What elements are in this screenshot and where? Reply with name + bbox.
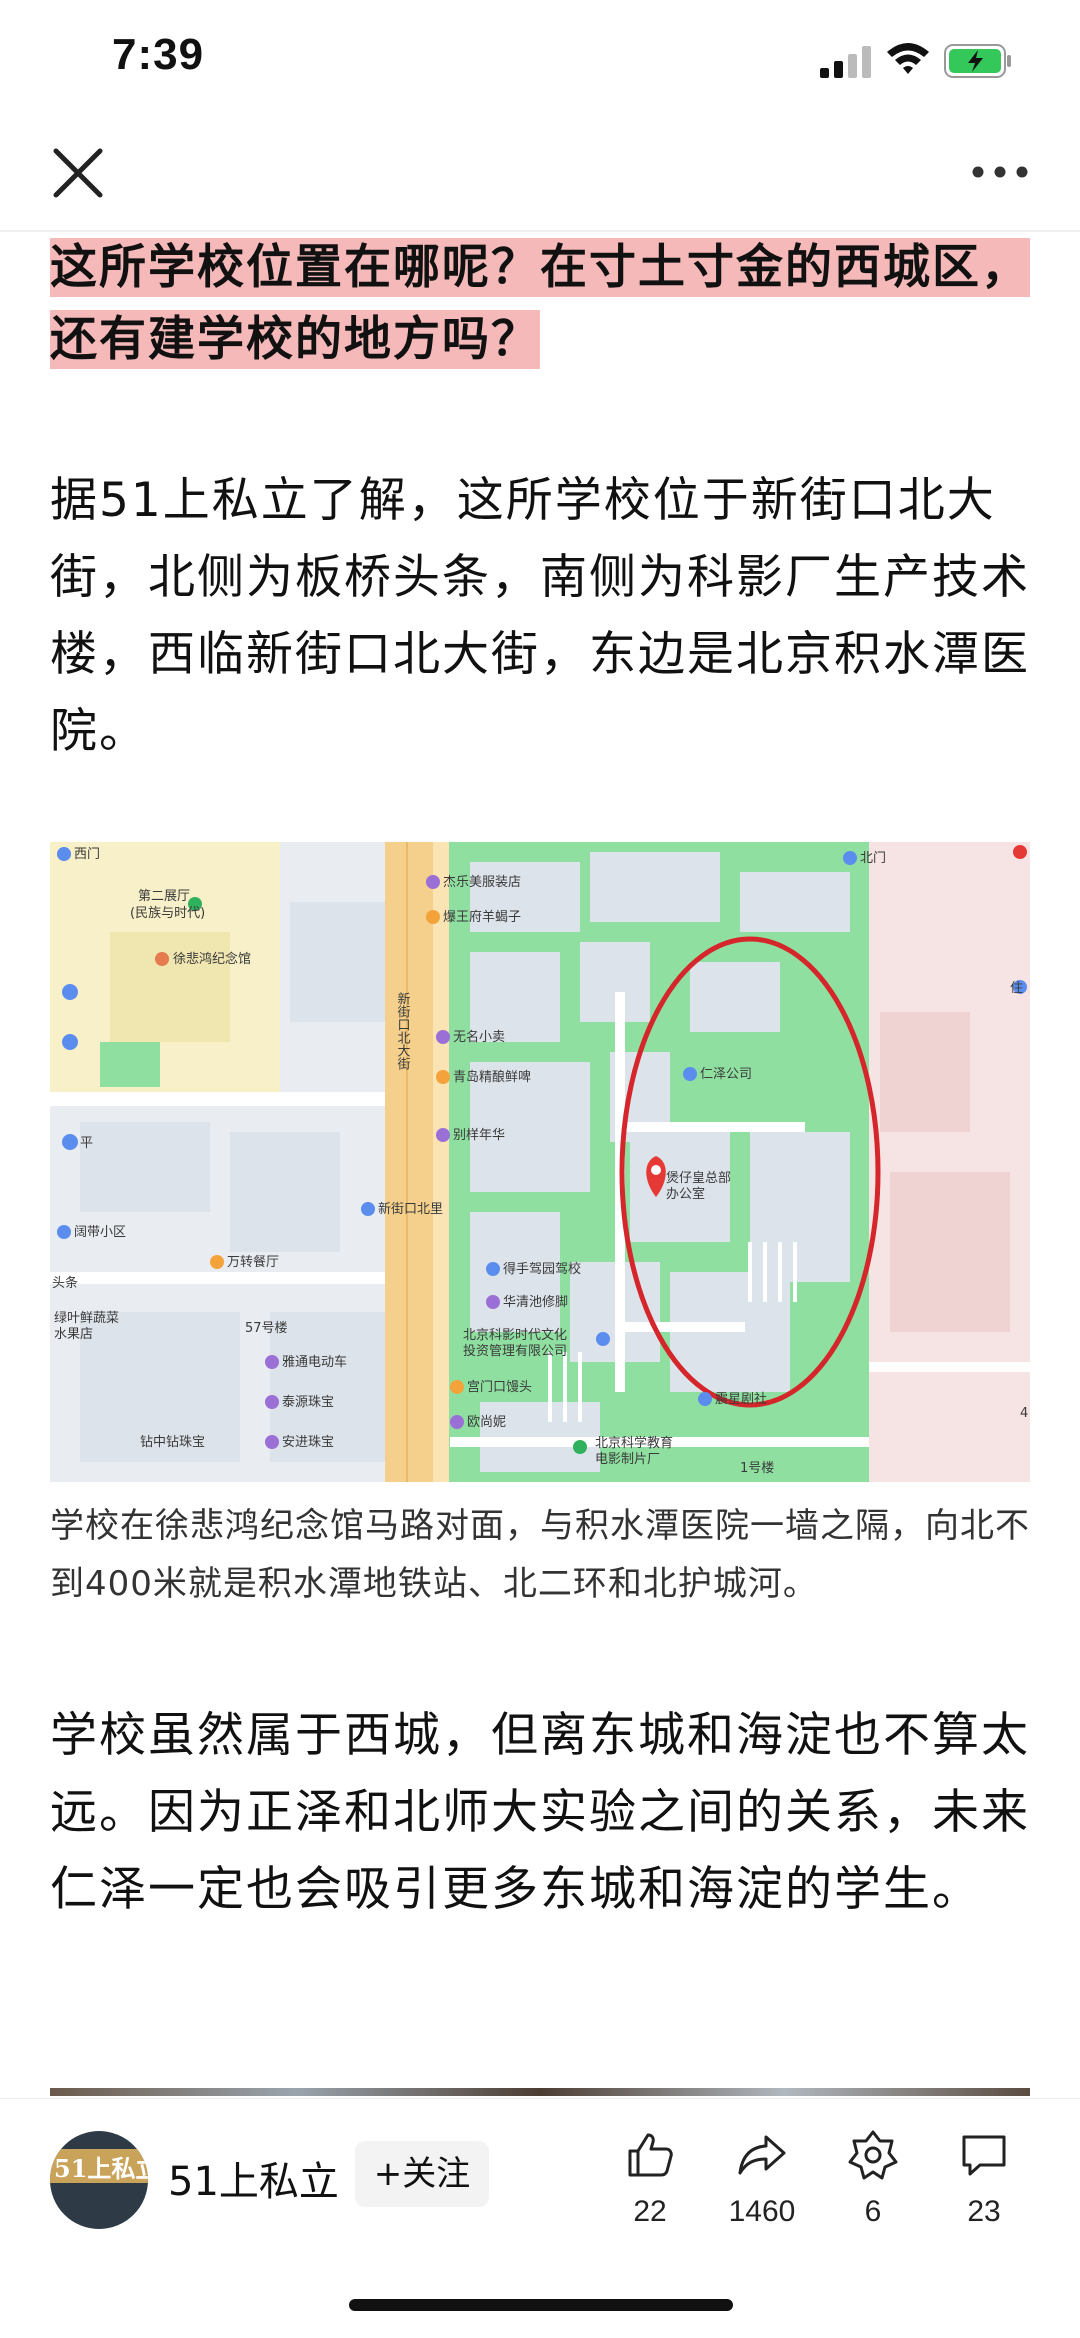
like-count: 22 [633, 2195, 667, 2228]
star-badge-icon [848, 2130, 898, 2180]
comment-bubble-icon [962, 2135, 1006, 2176]
map-graphic: 西门 北门 第二展厅 (民族与时代) 徐悲鸿纪念馆 杰乐美服装店 爆王府羊蝎子 … [50, 842, 1030, 1482]
follow-button[interactable]: +关注 [355, 2141, 489, 2207]
map-label-wanzhuan: 万转餐厅 [227, 1254, 279, 1270]
map-label-xinjiekou-beili: 新街口北里 [378, 1201, 443, 1217]
like-button[interactable]: 22 [600, 2129, 700, 2229]
next-image-edge [50, 2088, 1030, 2096]
map-label-deshou: 得手驾园驾校 [503, 1261, 581, 1277]
map-label-four: 4 [1020, 1406, 1028, 1421]
wifi-icon [887, 43, 929, 74]
share-count: 1460 [728, 2195, 796, 2228]
map-label-bienian: 别样年华 [453, 1128, 505, 1143]
close-icon[interactable] [50, 145, 106, 201]
map-label-lvye: 绿叶鲜蔬菜 [54, 1311, 119, 1326]
map-label-ximen: 西门 [74, 847, 100, 862]
map-label-zuanzhong: 钻中钻珠宝 [140, 1435, 205, 1450]
map-label-tiao: 头条 [52, 1275, 78, 1291]
article-body: 这所学校位置在哪呢？在寸土寸金的西城区，还有建学校的地方吗？ 据51上私立了解，… [50, 232, 1030, 1917]
thumbs-up-icon [628, 2133, 673, 2177]
map-label-hq-sub: 办公室 [666, 1186, 705, 1202]
map-label-building1: 1号楼 [740, 1461, 774, 1476]
map-label-baodu: 爆王府羊蝎子 [443, 909, 521, 925]
map-label-building57: 57号楼 [245, 1321, 288, 1336]
map-label-ping: 平 [80, 1136, 93, 1151]
map-label-exhibit: 第二展厅 [138, 889, 190, 904]
cellular-signal-icon [820, 46, 871, 78]
map-label-road: 新街口北大街 [395, 991, 411, 1070]
map-label-oushang: 欧尚妮 [467, 1415, 506, 1430]
battery-charging-icon [944, 44, 1011, 78]
more-options-icon[interactable] [970, 160, 1030, 184]
location-map-image: 西门 北门 第二展厅 (民族与时代) 徐悲鸿纪念馆 杰乐美服装店 爆王府羊蝎子 … [50, 842, 1030, 1482]
map-label-zhu: 住 [1010, 981, 1023, 996]
article-paragraph-2: 学校虽然属于西城，但离东城和海淀也不算太远。因为正泽和北师大实验之间的关系，未来… [50, 1708, 1030, 1917]
map-label-renze: 仁泽公司 [700, 1067, 752, 1082]
status-time: 7:39 [112, 30, 205, 79]
status-bar: 7:39 [0, 0, 1080, 120]
map-label-wuming: 无名小卖 [453, 1029, 505, 1045]
map-label-exhibit-sub: (民族与时代) [130, 905, 205, 921]
map-label-science: 北京科学教育 [595, 1435, 673, 1451]
home-indicator [349, 2299, 733, 2311]
map-caption: 学校在徐悲鸿纪念馆马路对面，与积水潭医院一墙之隔，向北不到400米就是积水潭地铁… [50, 1506, 1030, 1604]
map-label-lvye-sub: 水果店 [54, 1327, 93, 1342]
map-label-huaqing: 华清池修脚 [503, 1294, 568, 1310]
map-label-beimen: 北门 [860, 851, 886, 866]
share-button[interactable]: 1460 [712, 2129, 812, 2229]
article-paragraph-1: 据51上私立了解，这所学校位于新街口北大街，北侧为板桥头条，南侧为科影厂生产技术… [50, 473, 1030, 759]
map-label-yatong: 雅通电动车 [282, 1354, 347, 1370]
highlighted-question: 这所学校位置在哪呢？在寸土寸金的西城区，还有建学校的地方吗？ [50, 232, 1030, 376]
share-arrow-icon [738, 2135, 786, 2175]
favorite-count: 6 [864, 2195, 882, 2228]
favorite-button[interactable]: 6 [823, 2129, 923, 2229]
map-label-anjin: 安进珠宝 [282, 1435, 334, 1450]
comment-button[interactable]: 23 [934, 2129, 1034, 2229]
map-label-taiyuan: 泰源珠宝 [282, 1395, 334, 1410]
map-label-qingdao: 青岛精酿鲜啤 [453, 1069, 531, 1085]
map-label-xu-memorial: 徐悲鸿纪念馆 [173, 951, 251, 967]
map-label-jiele: 杰乐美服装店 [443, 875, 521, 890]
nav-bar [0, 120, 1080, 232]
map-label-gongmen: 宫门口馒头 [467, 1380, 532, 1395]
map-label-beijing-film: 北京科影时代文化 [463, 1328, 567, 1343]
avatar-logo-text: 51上私立 [54, 2154, 148, 2183]
author-name[interactable]: 51上私立 [168, 2149, 339, 2207]
comment-count: 23 [967, 2195, 1001, 2228]
highlighted-question-text: 这所学校位置在哪呢？在寸土寸金的西城区，还有建学校的地方吗？ [50, 238, 1030, 369]
author-avatar[interactable]: 51上私立 [50, 2131, 148, 2229]
map-label-science-sub: 电影制片厂 [595, 1452, 660, 1467]
map-label-hq: 煲仔皇总部 [666, 1170, 731, 1186]
map-label-beijing-film-sub: 投资管理有限公司 [463, 1343, 567, 1359]
map-label-yangdai: 阔带小区 [74, 1225, 126, 1240]
map-label-zhenxing: 震星剧社 [715, 1391, 767, 1407]
